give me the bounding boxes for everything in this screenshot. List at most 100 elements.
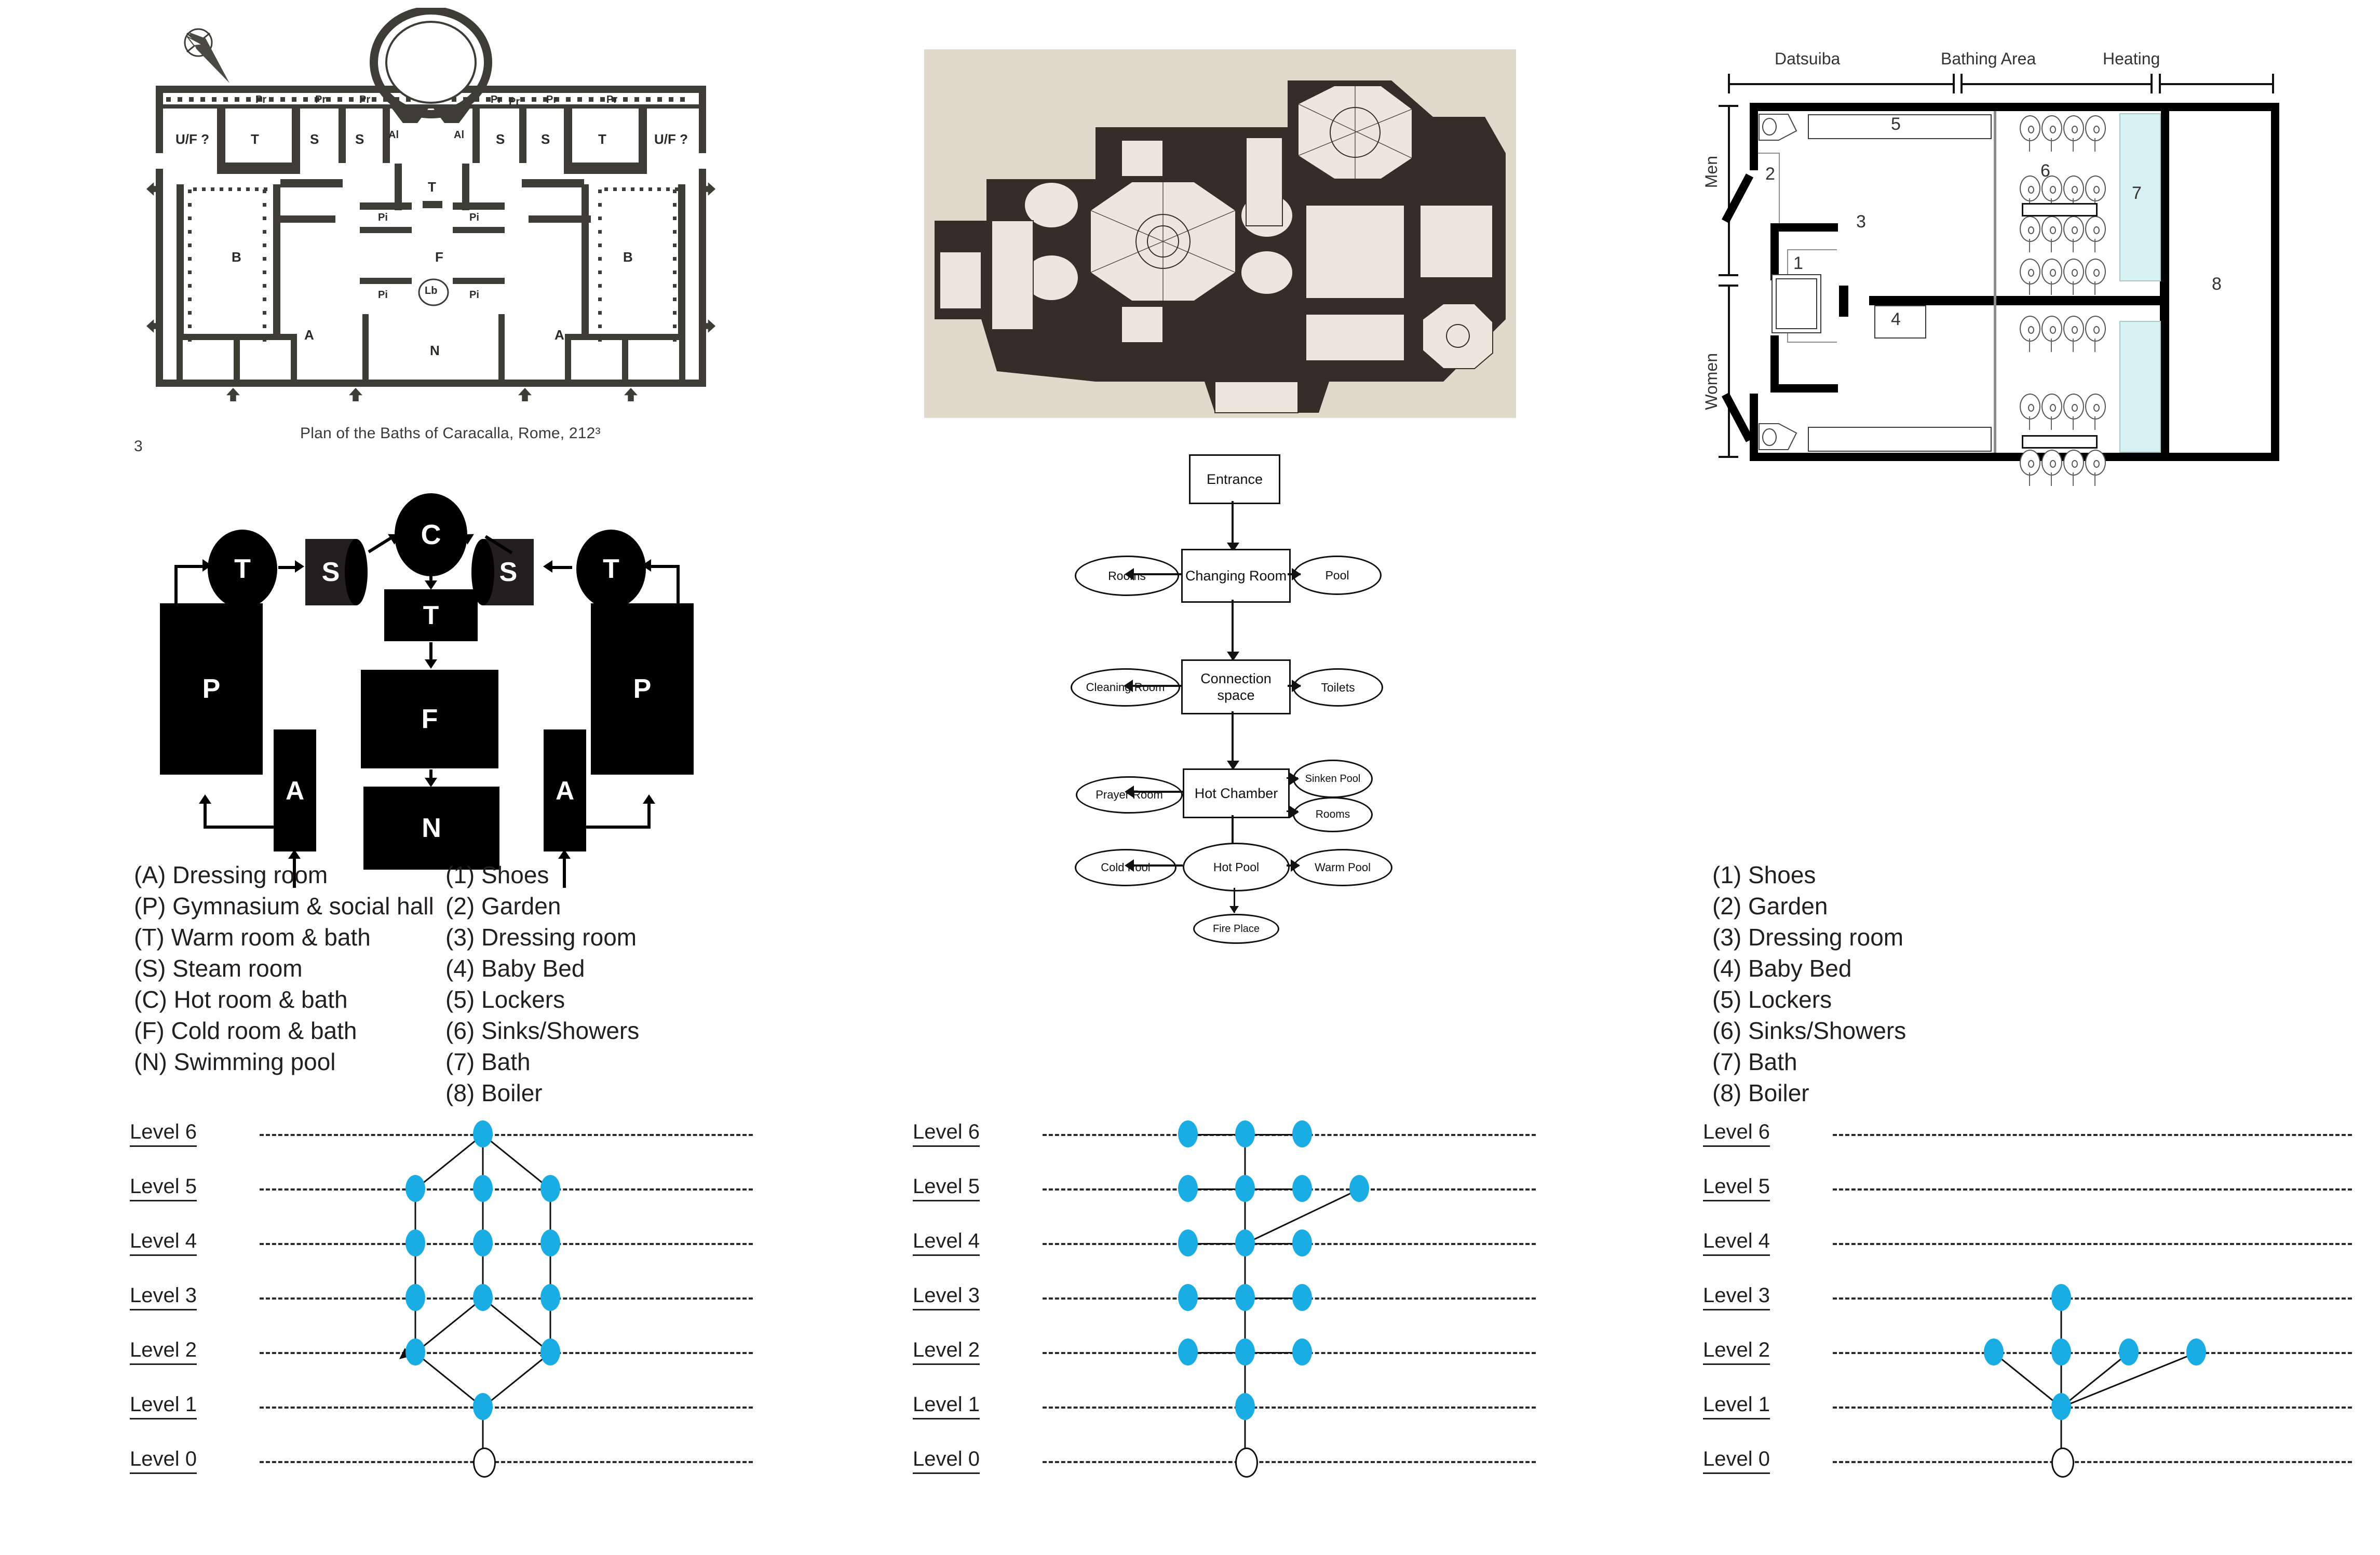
graph-node [1292, 1284, 1312, 1311]
level-label: Level 6 [913, 1120, 980, 1147]
legend-number-4: (4) Baby Bed [445, 955, 585, 982]
graph-edge [482, 1352, 551, 1408]
shower-icon [2063, 450, 2084, 476]
legend-number-6: (6) Sinks/Showers [445, 1017, 640, 1044]
node-A-right: A [544, 729, 586, 851]
shower-icon [2020, 394, 2040, 420]
justified-graph-ottoman: Level 6 Level 5 Level 4 Level 3 Level 2 Level… [913, 1120, 1536, 1537]
sento-number-8: 8 [2212, 274, 2222, 294]
column-roman-baths: U/F ? T S S Al Al S S T U/F ? Pr Pr Pr P… [0, 0, 794, 1555]
shower-icon [2041, 115, 2062, 141]
graph-node [1178, 1284, 1198, 1311]
shower-stem [2029, 138, 2030, 152]
shower-icon [2020, 316, 2040, 342]
dim-datsuiba [1728, 83, 1955, 85]
graph-node [1235, 1120, 1255, 1147]
graph-node [1178, 1229, 1198, 1256]
graph-node [405, 1175, 425, 1202]
shower-icon [2085, 115, 2106, 141]
level-label: Level 3 [130, 1284, 197, 1310]
graph-node [1178, 1338, 1198, 1365]
graph-node [540, 1284, 560, 1311]
shower-stem [2029, 472, 2030, 486]
column-ottoman-hammam: Entrance Changing Room Rooms Pool Connec… [794, 0, 1651, 1555]
legend-number-5: (5) Lockers [1712, 986, 1832, 1013]
justified-graph-sento: Level 6 Level 5 Level 4 Level 3 Level 2 Level… [1703, 1120, 2352, 1537]
shower-stem [2073, 472, 2074, 486]
shower-stem [2073, 416, 2074, 430]
node-N: N [363, 787, 499, 870]
level-label: Level 3 [913, 1284, 980, 1310]
shower-stem [2051, 472, 2052, 486]
graph-edge [415, 1352, 483, 1408]
roman-plan-caption: Plan of the Baths of Caracalla, Rome, 21… [300, 425, 601, 442]
legend-number-1: (1) Shoes [445, 861, 549, 888]
flow-node-toilets: Toilets [1293, 668, 1383, 707]
legend-number-8: (8) Boiler [1712, 1079, 1809, 1106]
edge-S-T-right [550, 566, 572, 569]
shower-stem [2073, 239, 2074, 252]
graph-node [1292, 1338, 1312, 1365]
node-F: F [361, 670, 498, 768]
graph-node [473, 1393, 493, 1420]
flow-node-connection-space: Connection space [1181, 659, 1291, 714]
legend-letter-F: (F) Cold room & bath [134, 1017, 357, 1044]
shower-stem [2029, 281, 2030, 295]
shower-icon [2041, 259, 2062, 285]
dim-men [1728, 105, 1730, 276]
legend-numbers-right: (1) Shoes (2) Garden (3) Dressing room (… [1712, 859, 1906, 1108]
header-datsuiba: Datsuiba [1775, 49, 1841, 68]
flow-node-fire-place: Fire Place [1193, 914, 1279, 944]
legend-letter-S: (S) Steam room [134, 955, 303, 982]
shower-stem [2094, 281, 2095, 295]
shower-stem [2094, 416, 2095, 430]
shower-stem [2094, 138, 2095, 152]
graph-node [2051, 1393, 2071, 1420]
level-label: Level 4 [913, 1229, 980, 1256]
node-T-left: T [208, 530, 277, 609]
shower-stem [2094, 239, 2095, 252]
flow-node-pool: Pool [1293, 556, 1382, 595]
level-label: Level 0 [913, 1448, 980, 1474]
node-A-left: A [274, 729, 316, 851]
legend-letter-N: (N) Swimming pool [134, 1048, 336, 1075]
level-label: Level 1 [1703, 1393, 1770, 1419]
legend-number-2: (2) Garden [445, 893, 561, 920]
ottoman-flowchart-lower: Hot Pool Cold Pool Warm Pool Fire Place [883, 833, 1558, 944]
shower-icon [2020, 450, 2040, 476]
shower-icon [2020, 175, 2040, 201]
graph-node [1235, 1284, 1255, 1311]
level-label: Level 3 [1703, 1284, 1770, 1310]
graph-node [1178, 1175, 1198, 1202]
shower-icon [2085, 450, 2106, 476]
graph-node [1292, 1120, 1312, 1147]
shower-stem [2029, 239, 2030, 252]
level-label: Level 5 [130, 1175, 197, 1201]
node-S-left: S [305, 539, 368, 605]
edge-P-T-left [174, 565, 178, 606]
graph-node [1235, 1338, 1255, 1365]
level-gridline [1833, 1134, 2352, 1136]
flow-node-sinken-pool: Sinken Pool [1293, 760, 1373, 798]
graph-node [540, 1338, 560, 1365]
level-gridline [260, 1407, 753, 1409]
shower-stem [2051, 281, 2052, 295]
level-label: Level 4 [1703, 1229, 1770, 1256]
shower-stem [2029, 339, 2030, 352]
shower-icon [2085, 216, 2106, 242]
level-gridline [1833, 1243, 2352, 1245]
ottoman-hammam-plan-image [924, 49, 1516, 418]
graph-edge [482, 1134, 551, 1190]
roman-access-diagram: C T T S S T P P F A A N [151, 493, 694, 888]
graph-node [1178, 1120, 1198, 1147]
flow-node-hot-chamber: Hot Chamber [1183, 768, 1290, 818]
graph-node [473, 1120, 493, 1147]
sento-number-7: 7 [2132, 183, 2142, 203]
level-label: Level 2 [913, 1338, 980, 1365]
edge-P-T-right [677, 565, 680, 606]
level-gridline [260, 1188, 753, 1191]
shower-icon [2041, 216, 2062, 242]
level-gridline [260, 1297, 753, 1300]
header-heating: Heating [2103, 49, 2160, 68]
justified-graph-roman: Level 6 Level 5 Level 4 Level 3 Level 2 Level… [130, 1120, 753, 1537]
